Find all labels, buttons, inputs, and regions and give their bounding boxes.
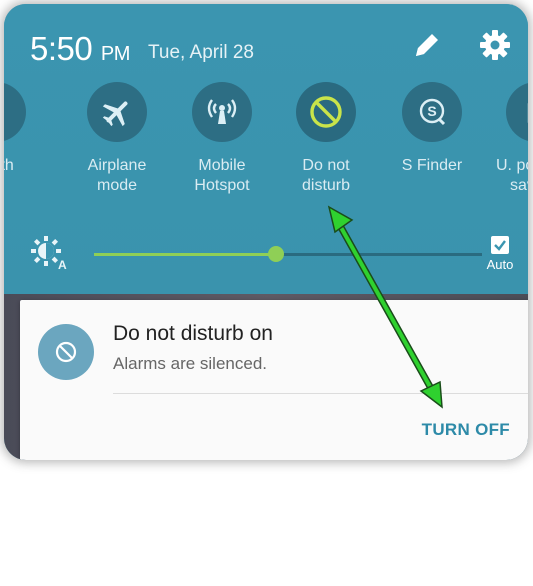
- edit-icon[interactable]: [410, 28, 444, 62]
- brightness-control: A Auto: [4, 230, 528, 280]
- auto-label: Auto: [486, 257, 514, 272]
- clock: 5:50 PM: [30, 30, 130, 68]
- tile-circle: [296, 82, 356, 142]
- tile-airplane-mode[interactable]: Airplane mode: [63, 82, 171, 196]
- date: Tue, April 28: [148, 42, 254, 63]
- tile-bluetooth[interactable]: tooth: [4, 82, 50, 176]
- quick-settings-tiles: tooth Airplanemode: [4, 82, 528, 212]
- tile-mobile-hotspot[interactable]: Mobile Hotspot: [168, 82, 276, 196]
- airplane-icon: [102, 101, 128, 127]
- bluetooth-icon: [4, 95, 13, 129]
- tile-label: U. posav: [496, 157, 528, 194]
- tile-circle: [192, 82, 252, 142]
- notification-shade-frame: 5:50 PM Tue, April 28 h Airplane mode Mo…: [4, 4, 528, 460]
- clock-ampm: PM: [100, 43, 131, 65]
- reflection: Alarms are silenced. TURN OFF: [4, 466, 528, 586]
- svg-text:A: A: [58, 258, 67, 272]
- tile-ultra-power-saving[interactable]: U. posav: [482, 82, 528, 196]
- turn-off-button[interactable]: TURN OFF: [422, 420, 510, 440]
- status-bar: 5:50 PM Tue, April 28: [30, 18, 510, 74]
- do-not-disturb-icon: [310, 96, 342, 128]
- s-finder-icon: S: [419, 98, 446, 126]
- checkmark-icon: [494, 240, 506, 251]
- brightness-slider[interactable]: [94, 246, 482, 262]
- tile-label: Do not disturb: [301, 157, 351, 194]
- clock-time: 5:50: [30, 30, 93, 67]
- quick-settings-panel: 5:50 PM Tue, April 28 h Airplane mode Mo…: [4, 4, 528, 294]
- notification-icon: [38, 324, 94, 380]
- tile-label: Mobile Hotspot: [194, 157, 250, 194]
- card-divider: [113, 393, 528, 394]
- tile-circle: S: [402, 82, 462, 142]
- tile-s-finder[interactable]: S S Finder: [378, 82, 486, 176]
- tile-label: S Finder: [401, 157, 463, 174]
- do-not-disturb-icon: [55, 341, 77, 363]
- tile-circle: [506, 82, 528, 142]
- tile-label: tooth: [4, 157, 14, 174]
- notification-text: Alarms are silenced.: [113, 354, 268, 373]
- tile-circle: [4, 82, 26, 142]
- reflection-fade: [4, 466, 528, 586]
- tile-circle: [87, 82, 147, 142]
- tile-label: Airplane mode: [87, 157, 147, 194]
- auto-checkbox[interactable]: [491, 236, 509, 254]
- tile-do-not-disturb[interactable]: Do not disturb: [272, 82, 380, 196]
- dnd-notification-card[interactable]: Do not disturb on Alarms are silenced. T…: [20, 300, 528, 460]
- power-saving-icon: [527, 102, 528, 124]
- brightness-auto-icon[interactable]: A: [30, 234, 68, 272]
- auto-brightness-toggle[interactable]: Auto: [482, 236, 518, 272]
- gear-icon[interactable]: [476, 26, 514, 64]
- brightness-slider-fill: [94, 253, 277, 256]
- brightness-slider-thumb[interactable]: [268, 246, 285, 262]
- hotspot-icon: [207, 99, 237, 124]
- svg-text:S: S: [427, 103, 436, 119]
- notification-title: Do not disturb on: [113, 322, 273, 345]
